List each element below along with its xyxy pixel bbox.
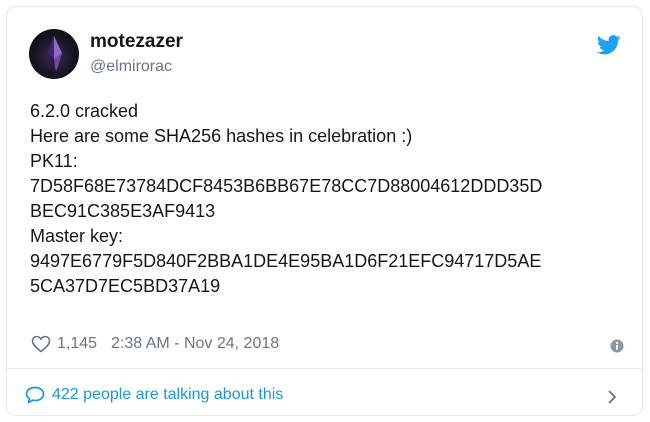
- tweet-line: PK11:: [30, 151, 78, 171]
- tweet-timestamp[interactable]: 2:38 AM - Nov 24, 2018: [111, 335, 279, 353]
- conversation-label: 422 people are talking about this: [52, 386, 284, 403]
- tweet-line: 7D58F68E73784DCF8453B6BB67E78CC7D8800461…: [30, 176, 543, 196]
- tweet-line: 5CA37D7EC5BD37A19: [30, 276, 221, 296]
- tweet-text: 6.2.0 cracked Here are some SHA256 hashe…: [30, 99, 630, 299]
- author-display-name[interactable]: motezazer: [90, 31, 183, 53]
- heart-icon: [31, 335, 51, 353]
- like-count: 1,145: [57, 335, 98, 352]
- tweet-line: 6.2.0 cracked: [30, 101, 139, 121]
- tweet-card: motezazer @elmirorac 6.2.0 cracked Here …: [6, 6, 643, 416]
- chevron-right-icon[interactable]: [608, 390, 617, 409]
- tweet-line: 9497E6779F5D840F2BBA1DE4E95BA1D6F21EFC94…: [30, 251, 542, 271]
- tweet-line: Master key:: [30, 226, 124, 246]
- tweet-line: Here are some SHA256 hashes in celebrati…: [30, 126, 413, 146]
- tweet-line: BEC91C385E3AF9413: [30, 201, 216, 221]
- chat-bubble-icon: [25, 386, 45, 404]
- like-button[interactable]: 1,145: [31, 335, 97, 353]
- info-icon[interactable]: [610, 339, 624, 358]
- author-handle[interactable]: @elmirorac: [90, 58, 172, 76]
- tweet-meta: 1,145 2:38 AM - Nov 24, 2018: [31, 333, 279, 355]
- avatar[interactable]: [29, 29, 79, 79]
- twitter-bird-icon[interactable]: [596, 35, 621, 60]
- conversation-link[interactable]: 422 people are talking about this: [25, 380, 625, 410]
- divider: [7, 368, 642, 369]
- avatar-crystal-image: [45, 36, 63, 76]
